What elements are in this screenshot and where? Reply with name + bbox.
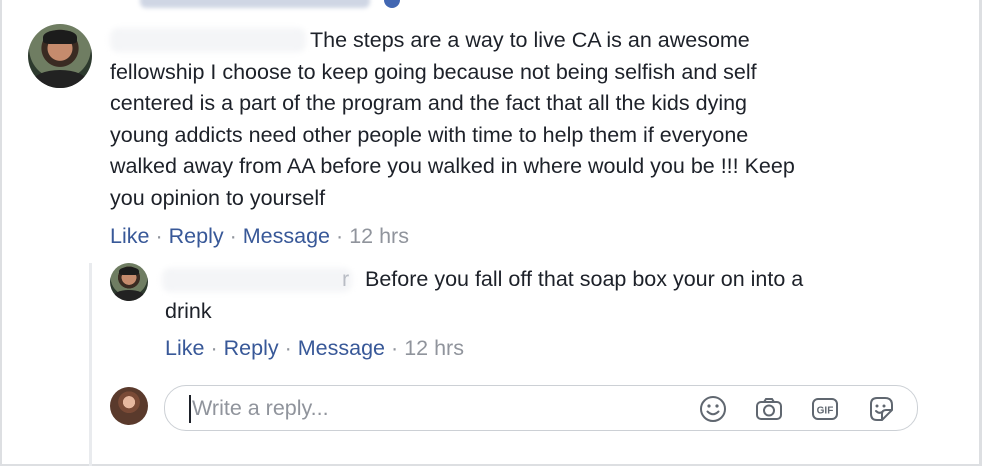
- avatar-shirt: [33, 70, 87, 88]
- comment-timestamp[interactable]: 12 hrs: [349, 224, 409, 248]
- gif-icon[interactable]: GIF: [810, 394, 840, 424]
- emoji-icon[interactable]: [698, 394, 728, 424]
- reply-body: Before you fall off that soap box your o…: [165, 267, 804, 323]
- frame-left-border: [0, 0, 2, 466]
- comment-actions: Like · Reply · Message · 12 hrs: [110, 223, 409, 249]
- sticker-icon[interactable]: [866, 394, 896, 424]
- avatar-cap: [43, 30, 77, 45]
- reply-reply-link[interactable]: Reply: [224, 336, 279, 360]
- comment-body: The steps are a way to live CA is an awe…: [110, 28, 795, 210]
- reply-actions: Like · Reply · Message · 12 hrs: [165, 335, 464, 361]
- avatar-shirt: [113, 290, 145, 301]
- text-caret: [189, 395, 191, 423]
- camera-icon[interactable]: [754, 394, 784, 424]
- gif-label: GIF: [817, 406, 834, 417]
- separator-dot: ·: [210, 336, 218, 360]
- verified-badge-icon: [384, 0, 401, 9]
- reply-timestamp[interactable]: 12 hrs: [404, 336, 464, 360]
- separator-dot: ·: [391, 336, 399, 360]
- separator-dot: ·: [336, 224, 344, 248]
- commenter-avatar[interactable]: [28, 24, 92, 88]
- reply-like-link[interactable]: Like: [165, 336, 204, 360]
- previous-comment-actions: [140, 0, 401, 12]
- comment-like-link[interactable]: Like: [110, 224, 149, 248]
- reply-avatar[interactable]: [110, 263, 148, 301]
- separator-dot: ·: [229, 224, 237, 248]
- avatar-cap: [119, 266, 139, 276]
- reply-message-link[interactable]: Message: [298, 336, 385, 360]
- previous-actions-blur: [140, 0, 370, 9]
- separator-dot: ·: [155, 224, 163, 248]
- comment-reply-link[interactable]: Reply: [169, 224, 224, 248]
- comment-message-link[interactable]: Message: [243, 224, 330, 248]
- separator-dot: ·: [284, 336, 292, 360]
- thread-line: [89, 263, 92, 466]
- current-user-avatar: [110, 387, 148, 425]
- reply-input[interactable]: [192, 394, 672, 422]
